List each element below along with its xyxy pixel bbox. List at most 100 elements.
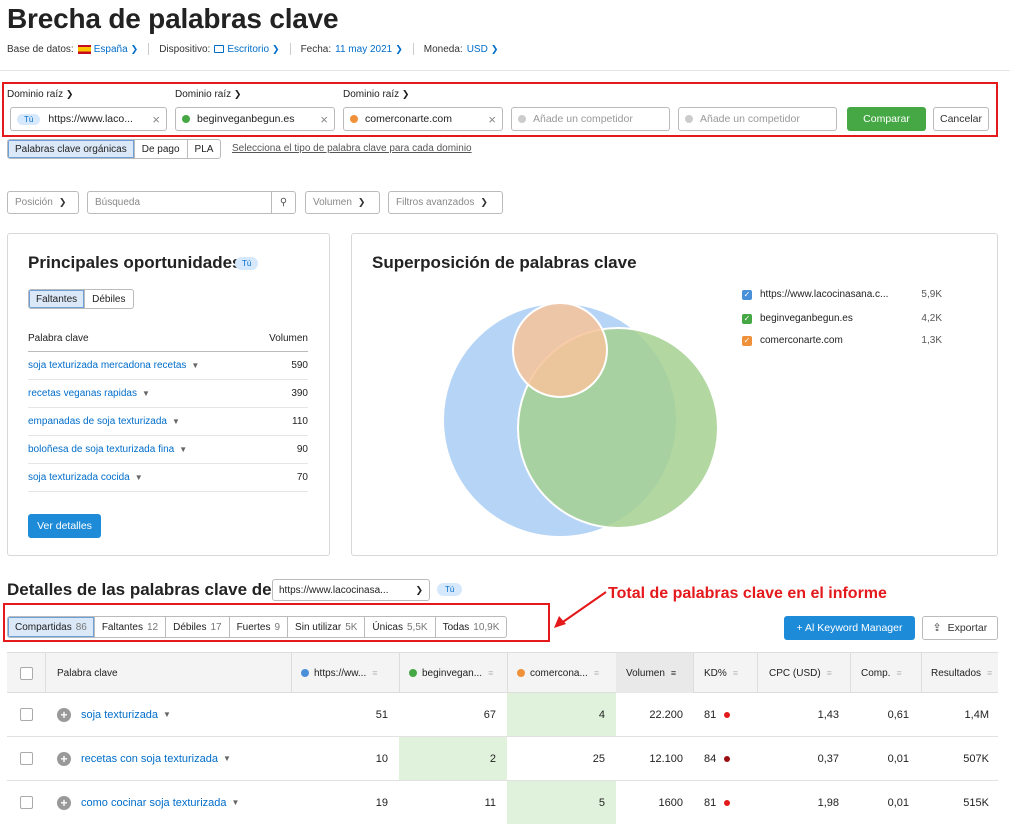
tab-organic[interactable]: Palabras clave orgánicas (8, 140, 135, 158)
checkbox-checked-icon[interactable]: ✓ (742, 289, 752, 300)
kd-value: 81 (704, 781, 731, 824)
row-checkbox[interactable] (20, 781, 33, 824)
tab-all[interactable]: Todas 10,9K (436, 617, 507, 637)
tab-weak[interactable]: Débiles 17 (166, 617, 230, 637)
you-badge: Tú (437, 583, 463, 596)
col-cpc[interactable]: CPC (USD) ≡ (769, 653, 832, 693)
keyword-manager-button[interactable]: + Al Keyword Manager (784, 616, 915, 640)
domain-2-position: 2 (399, 737, 507, 780)
col-domain-2[interactable]: beginvegan... ≡ (409, 653, 505, 693)
col-volume[interactable]: Volumen ≡ (616, 653, 693, 693)
clear-icon[interactable]: × (152, 112, 160, 127)
chevron-down-icon: ❯ (490, 43, 499, 54)
device-label: Dispositivo: (159, 43, 211, 55)
search-input[interactable]: Búsqueda ⚲ (87, 191, 296, 214)
keyword-detail-tabs: Compartidas 86 Faltantes 12 Débiles 17 Fuer… (7, 616, 508, 638)
compare-button[interactable]: Comparar (847, 107, 926, 131)
tab-paid[interactable]: De pago (135, 140, 188, 158)
root-domain-select-2[interactable]: Dominio raíz ❯ (175, 89, 241, 100)
volume-filter[interactable]: Volumen ❯ (305, 191, 380, 214)
position-filter[interactable]: Posición ❯ (7, 191, 79, 214)
tab-shared[interactable]: Compartidas 86 (8, 617, 95, 637)
tab-missing[interactable]: Faltantes 12 (95, 617, 167, 637)
col-kd[interactable]: KD% ≡ (704, 653, 738, 693)
competitor-input-4[interactable]: Añade un competidor (511, 107, 670, 131)
checkbox-checked-icon[interactable]: ✓ (742, 313, 752, 324)
caret-down-icon[interactable]: ▼ (142, 389, 150, 398)
table-row: + como cocinar soja texturizada ▼ 19 11 5… (7, 781, 998, 824)
clear-icon[interactable]: × (320, 112, 328, 127)
opportunity-tabs: Faltantes Débiles (28, 289, 134, 309)
row-checkbox[interactable] (20, 737, 33, 780)
row-checkbox[interactable] (20, 693, 33, 736)
col-domain-3[interactable]: comercona... ≡ (517, 653, 615, 693)
domain-input-3[interactable]: comerconarte.com × (343, 107, 503, 131)
domain-input-2[interactable]: beginveganbegun.es × (175, 107, 335, 131)
caret-down-icon[interactable]: ▼ (135, 473, 143, 482)
competitor-input-5[interactable]: Añade un competidor (678, 107, 837, 131)
keyword-link[interactable]: recetas veganas rapidas (28, 388, 137, 399)
col-domain-1[interactable]: https://ww... ≡ (301, 653, 397, 693)
tab-pla[interactable]: PLA (188, 140, 221, 158)
keyword-link[interactable]: soja texturizada ▼ (81, 693, 171, 736)
legend-item[interactable]: ✓ https://www.lacocinasana.c... 5,9K (742, 289, 942, 300)
list-item: soja texturizada mercadona recetas ▼ 590 (28, 352, 308, 380)
chevron-down-icon: ❯ (415, 584, 423, 595)
sort-desc-icon: ≡ (670, 668, 677, 678)
date-select[interactable]: 11 may 2021 (335, 44, 392, 55)
domain-3-position: 25 (592, 752, 605, 765)
col-results[interactable]: Resultados ≡ (931, 653, 992, 693)
advanced-filters[interactable]: Filtros avanzados ❯ (388, 191, 503, 214)
opportunities-title: Principales oportunidades (28, 253, 242, 272)
sort-icon: ≡ (896, 668, 902, 678)
col-competition[interactable]: Comp. ≡ (861, 653, 902, 693)
export-button[interactable]: ⇪ Exportar (922, 616, 998, 640)
desktop-icon (214, 45, 225, 53)
tab-missing[interactable]: Faltantes (29, 290, 86, 308)
cancel-button[interactable]: Cancelar (933, 107, 989, 131)
sort-icon: ≡ (826, 668, 832, 678)
list-item: soja texturizada cocida ▼ 70 (28, 464, 308, 492)
col-volume-header: Volumen (269, 333, 308, 344)
difficulty-dot-icon (724, 755, 731, 762)
sort-icon: ≡ (372, 668, 378, 678)
keyword-type-hint-link[interactable]: Selecciona el tipo de palabra clave para… (232, 143, 472, 154)
orange-dot-icon (517, 669, 525, 677)
details-domain-select[interactable]: https://www.lacocinasa... ❯ (272, 579, 430, 601)
root-domain-select-3[interactable]: Dominio raíz ❯ (343, 89, 409, 100)
view-details-button[interactable]: Ver detalles (28, 514, 101, 538)
database-select[interactable]: España (94, 44, 128, 55)
volume-value: 12.100 (649, 752, 683, 765)
tab-strong[interactable]: Fuertes 9 (230, 617, 289, 637)
keyword-link[interactable]: empanadas de soja texturizada (28, 416, 167, 427)
legend-item[interactable]: ✓ beginveganbegun.es 4,2K (742, 313, 942, 324)
results-value: 515K (963, 796, 989, 809)
tab-untapped[interactable]: Sin utilizar 5K (288, 617, 366, 637)
cpc-value: 0,37 (817, 752, 839, 765)
legend-item[interactable]: ✓ comerconarte.com 1,3K (742, 335, 942, 346)
tab-unique[interactable]: Únicas 5,5K (365, 617, 436, 637)
expand-icon[interactable]: + (57, 693, 71, 736)
keyword-link[interactable]: como cocinar soja texturizada ▼ (81, 781, 239, 824)
device-select[interactable]: Escritorio (227, 44, 269, 55)
checkbox-checked-icon[interactable]: ✓ (742, 335, 752, 346)
currency-select[interactable]: USD (467, 44, 488, 55)
keyword-link[interactable]: soja texturizada mercadona recetas (28, 360, 186, 371)
keyword-link[interactable]: recetas con soja texturizada ▼ (81, 737, 231, 780)
expand-icon[interactable]: + (57, 781, 71, 824)
domain-1-position: 19 (375, 796, 388, 809)
caret-down-icon[interactable]: ▼ (179, 445, 187, 454)
tab-weak[interactable]: Débiles (85, 290, 132, 308)
caret-down-icon[interactable]: ▼ (191, 361, 199, 370)
keyword-link[interactable]: soja texturizada cocida (28, 472, 130, 483)
expand-icon[interactable]: + (57, 737, 71, 780)
keyword-link[interactable]: boloñesa de soja texturizada fina (28, 444, 174, 455)
root-domain-select-1[interactable]: Dominio raíz ❯ (7, 89, 73, 100)
volume-value: 390 (291, 388, 308, 399)
select-all-checkbox[interactable] (20, 653, 33, 693)
competition-value: 0,01 (887, 796, 909, 809)
search-icon[interactable]: ⚲ (271, 192, 295, 213)
caret-down-icon[interactable]: ▼ (172, 417, 180, 426)
domain-input-1[interactable]: Tú https://www.laco... × (10, 107, 167, 131)
clear-icon[interactable]: × (488, 112, 496, 127)
